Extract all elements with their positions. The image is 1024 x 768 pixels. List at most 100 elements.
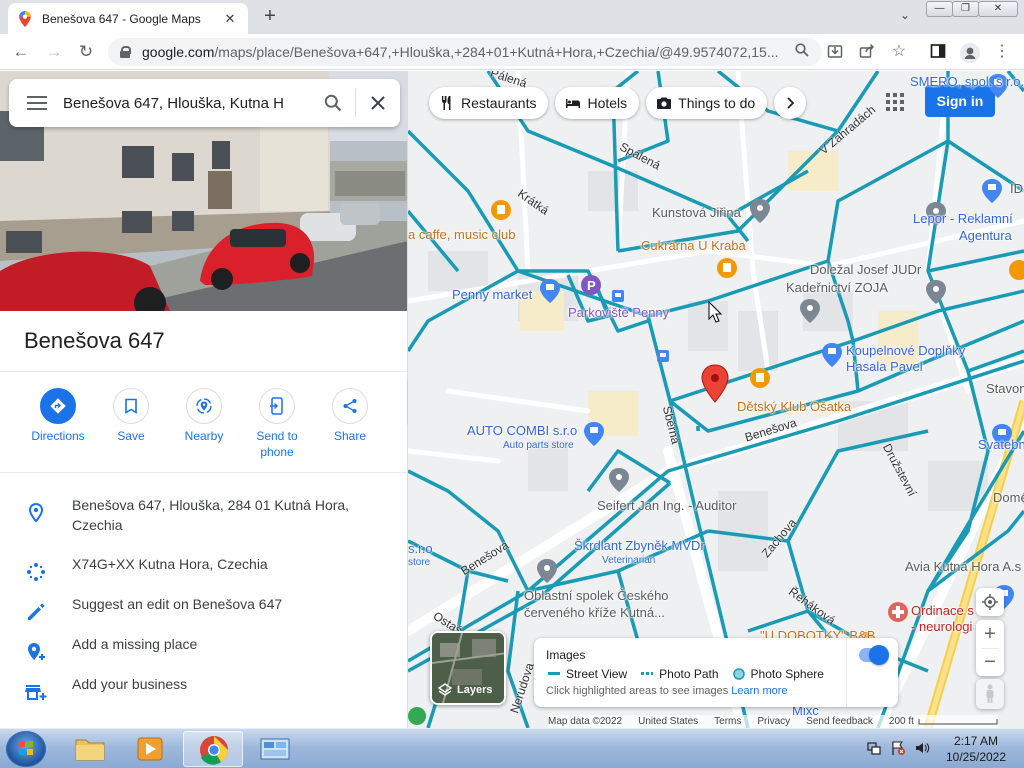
clear-search-close-icon[interactable] [356,79,400,127]
map-label-caffe[interactable]: a caffe, music club [408,227,515,242]
address-row[interactable]: Benešova 647, Hlouška, 284 01 Kutná Hora… [0,495,407,541]
back-arrow-icon[interactable]: ← [11,42,31,62]
search-box[interactable]: Benešova 647, Hlouška, Kutna H [9,79,400,127]
map-label-lepor2[interactable]: Agentura [959,228,1012,243]
map-label-kunstova[interactable]: Kunstová Jiřina [652,205,741,220]
browser-menu-icon[interactable]: ⋮ [993,43,1011,61]
map-footer: Map data ©2022 United States Terms Priva… [548,715,998,728]
koupelnove-shopping-icon [822,343,842,367]
photo-path-dash-icon [641,672,654,675]
menu-hamburger-icon[interactable] [9,79,63,127]
minimize-button[interactable]: — [926,1,953,17]
search-icon[interactable] [311,79,355,127]
map-label-doleza[interactable]: Doležal Josef JUDr [810,262,921,277]
map-label-sro[interactable]: s.r.o [408,541,433,556]
add-missing-place-text: Add a missing place [72,636,198,652]
map-label-zoja[interactable]: Kadeřnictví ZOJA [786,280,888,295]
reload-icon[interactable]: ↻ [76,42,96,62]
taskbar-clock[interactable]: 2:17 AM 10/25/2022 [940,733,1012,765]
map-label-detsky[interactable]: Dětský Klub Ošatka [737,399,851,414]
street-view-toggle[interactable] [859,645,889,665]
crosshair-icon [982,594,998,610]
search-page-icon[interactable] [793,43,811,61]
url-text: google.com/maps/place/Benešova+647,+Hlou… [142,44,779,60]
add-location-icon [28,643,45,660]
forward-arrow-icon[interactable]: → [44,42,64,62]
start-button[interactable] [6,731,46,767]
map-label-autocombi-sub: Auto parts store [503,440,574,451]
learn-more-link[interactable]: Learn more [731,685,787,697]
map-label-domexim[interactable]: Domexim [993,490,1024,505]
close-window-button[interactable]: ✕ [978,1,1018,17]
maximize-button[interactable]: ❐ [952,1,979,17]
map-label-penny-market[interactable]: Penny market [452,287,532,302]
plus-code-row[interactable]: X74G+XX Kutna Hora, Czechia [0,554,407,594]
windows-taskbar: 2:17 AM 10/25/2022 [0,728,1024,768]
street-view-help-text: Click highlighted areas to see images Le… [546,685,788,697]
map-label-ordinace-2[interactable]: - neurologi [911,619,972,634]
map-label-avia[interactable]: Avia Kutná Hora A.s [905,559,1021,574]
chrome-taskbar-button[interactable] [183,731,243,767]
suggest-edit-row[interactable]: Suggest an edit on Benešova 647 [0,594,407,634]
share-page-icon[interactable] [858,43,876,61]
map-label-skrdlant[interactable]: Škrdlant Zbyněk MVDr [574,538,705,553]
place-photo[interactable]: Benešova 647, Hlouška, Kutna H [0,71,407,311]
lock-icon [120,46,131,58]
my-location-button[interactable] [976,588,1004,616]
install-app-icon[interactable] [826,43,844,61]
map-label-ordinace[interactable]: Ordinace s [911,603,974,618]
map-label-stavone[interactable]: Stavone [986,381,1024,396]
share-button[interactable]: Share [312,388,388,444]
search-input[interactable]: Benešova 647, Hlouška, Kutna H [63,95,311,112]
volume-speaker-icon[interactable] [914,740,930,756]
browser-tab[interactable]: Benešova 647 - Google Maps ✕ [8,3,248,34]
location-pin-icon [28,502,44,523]
share-icon [332,388,368,424]
bookmark-star-icon[interactable]: ☆ [890,43,908,61]
zoom-out-button[interactable]: − [976,649,1004,676]
profile-avatar-icon[interactable] [960,43,980,63]
map-label-koupelnove[interactable]: Koupelnové Doplňky [846,343,965,358]
map-label-seifert[interactable]: Seifert Jan Ing. - Auditor [597,498,736,513]
bookmark-icon [113,388,149,424]
directions-icon [40,388,76,424]
pegman-button[interactable] [976,679,1004,709]
network-tray-icon[interactable] [866,740,882,756]
map-canvas[interactable]: Restaurants Hotels Things to do Sign in [408,71,1024,728]
photo-sphere-circle-icon [732,668,745,680]
privacy-link[interactable]: Privacy [757,716,790,727]
terms-link[interactable]: Terms [714,716,741,727]
tab-search-chevron-icon[interactable]: ⌄ [896,8,914,24]
control-panel-taskbar-button[interactable] [245,731,305,767]
map-label-autocombi[interactable]: AUTO COMBI s.r.o [467,423,577,438]
map-label-lepor[interactable]: Lepor - Reklamní [913,211,1013,226]
media-player-taskbar-button[interactable] [120,731,180,767]
send-to-phone-button[interactable]: Send to phone [239,388,315,460]
scale-bar[interactable]: 200 ft [889,716,914,727]
file-explorer-taskbar-button[interactable] [60,731,120,767]
map-label-svatebni[interactable]: Svatební stu [978,437,1024,452]
side-panel-icon[interactable] [929,43,947,61]
map-label-oblastni-2[interactable]: červeného kříže Kutná... [524,605,665,620]
new-tab-button[interactable]: + [258,6,282,28]
map-label-parkoviste[interactable]: Parkoviště Penny [568,305,669,320]
map-label-hasala[interactable]: Hasala Pavel [846,359,923,374]
map-label-oblastni-1[interactable]: Oblastní spolek Českého [524,588,669,603]
tab-close-icon[interactable]: ✕ [222,11,238,27]
directions-button[interactable]: Directions [20,388,96,444]
add-business-row[interactable]: Add your business [0,674,407,714]
map-label-smero[interactable]: SMERO, spol. s r.o. [910,74,1024,89]
map-label-kabra[interactable]: Cukrárna U Kraba [641,238,746,253]
send-feedback-link[interactable]: Send feedback [806,716,873,727]
layers-label: Layers [457,684,493,696]
zoom-in-button[interactable]: + [976,620,1004,648]
action-center-flag-icon[interactable] [890,740,906,756]
add-missing-place-row[interactable]: Add a missing place [0,634,407,674]
region-link[interactable]: United States [638,716,698,727]
nearby-button[interactable]: Nearby [166,388,242,444]
layers-button[interactable]: Layers [430,631,506,705]
map-label-idi[interactable]: IDI [1010,181,1024,196]
address-text: Benešova 647, Hlouška, 284 01 Kutná Hora… [72,497,350,533]
address-bar[interactable]: google.com/maps/place/Benešova+647,+Hlou… [108,38,822,66]
save-button[interactable]: Save [93,388,169,444]
